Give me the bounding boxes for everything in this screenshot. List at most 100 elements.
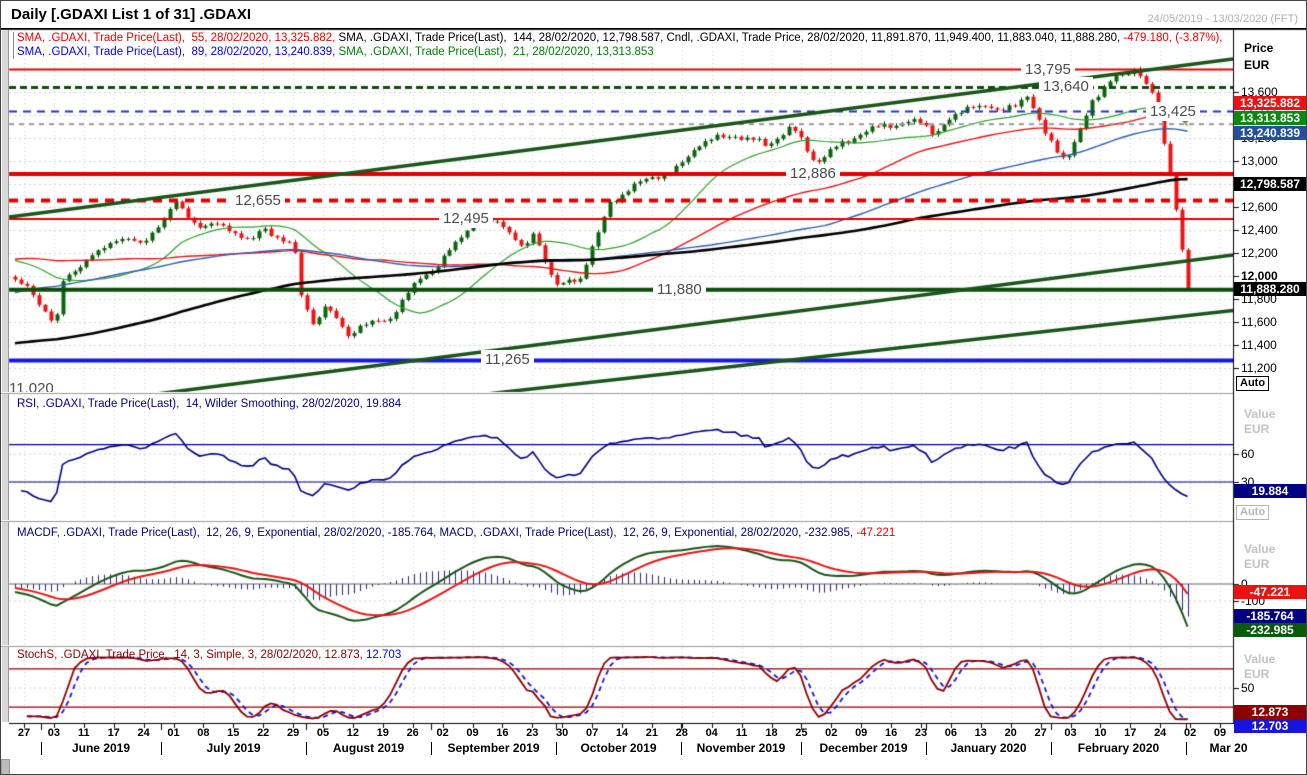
y-tick-price: 12,400: [1241, 222, 1278, 237]
x-day-label: 11: [77, 727, 90, 739]
x-day-label: 02: [825, 727, 838, 739]
macd-legend[interactable]: MACDF, .GDAXI, Trade Price(Last), 12, 26…: [17, 527, 895, 540]
x-day-label: 03: [1064, 727, 1077, 739]
annotation-label-11020: 11,020: [9, 380, 59, 392]
badge-rsi-value: 19.884: [1234, 484, 1306, 499]
price-legend-row1[interactable]: SMA, .GDAXI, Trade Price(Last), 55, 28/0…: [17, 32, 1223, 45]
rsi-legend[interactable]: RSI, .GDAXI, Trade Price(Last), 14, Wild…: [17, 398, 401, 411]
x-day-label: 06: [944, 727, 958, 739]
badge-macd: -232.985: [1234, 622, 1306, 637]
annotation-label-13640: 13,640: [1039, 77, 1093, 97]
x-day-label: 02: [436, 727, 449, 739]
x-day-label: 28: [675, 727, 688, 739]
auto-scale-button-rsi[interactable]: Auto: [1236, 505, 1270, 520]
panel-handle-price[interactable]: [2, 30, 9, 392]
scrollbar-corner[interactable]: [1, 759, 10, 774]
x-day-label: 17: [1124, 727, 1137, 739]
x-day-label: 07: [585, 727, 599, 739]
legend-segment: RSI, .GDAXI, Trade Price(Last), 14, Wild…: [17, 398, 402, 410]
x-day-label: 10: [1094, 727, 1107, 739]
month-separator: [161, 742, 162, 755]
x-month-label: February 2020: [1077, 741, 1160, 755]
annotation-label-11265: 11,265: [481, 350, 534, 370]
panel-handle-stoch[interactable]: [2, 647, 9, 722]
x-day-label: 19: [376, 727, 389, 739]
legend-segment: SMA, .GDAXI, Trade Price(Last), 21, 28/0…: [335, 46, 654, 58]
annotation-label-11880: 11,880: [653, 279, 706, 299]
stoch-axis-title: Value: [1244, 652, 1276, 666]
x-day-label: 16: [496, 727, 509, 739]
x-day-label: 03: [47, 727, 61, 739]
x-month-label: December 2019: [819, 741, 908, 755]
legend-segment: 12.703: [362, 649, 402, 661]
auto-scale-button-price[interactable]: Auto: [1236, 376, 1270, 391]
legend-segment: MACDF, .GDAXI, Trade Price(Last), 12, 26…: [17, 527, 854, 539]
x-day-label: 29: [286, 727, 300, 739]
panel-handle-macd[interactable]: [2, 522, 9, 645]
rsi-axis-currency: EUR: [1244, 422, 1270, 436]
month-separator: [681, 742, 682, 755]
annotation-label-12886: 12,886: [786, 164, 840, 184]
stoch-axis-currency: EUR: [1244, 667, 1270, 681]
x-day-label: 09: [466, 727, 479, 739]
y-tick-rsi: 60: [1241, 447, 1255, 461]
x-month-label: July 2019: [206, 741, 261, 755]
legend-segment: -479.180, (-3.87%),: [1120, 32, 1223, 44]
y-tick-price: 11,400: [1241, 337, 1277, 352]
x-month-label: September 2019: [447, 741, 540, 755]
badge-stoch-k: 12.873: [1234, 704, 1306, 719]
month-separator: [556, 742, 557, 755]
x-day-label: 09: [1213, 727, 1227, 739]
y-tick-price: 12,200: [1241, 245, 1278, 260]
x-month-label: November 2019: [696, 741, 786, 755]
month-separator: [306, 742, 307, 755]
x-day-label: 12: [346, 727, 360, 739]
x-day-label: 04: [705, 727, 718, 739]
y-tick-price: 13,000: [1241, 153, 1278, 168]
month-separator: [431, 742, 432, 755]
month-separator: [41, 742, 42, 755]
x-month-label: June 2019: [71, 741, 131, 755]
x-day-label: 24: [1154, 727, 1167, 739]
price-axis-title: Price: [1244, 41, 1274, 55]
badge-last-price: 11,888.280: [1234, 281, 1306, 296]
x-day-label: 20: [1004, 727, 1017, 739]
month-separator: [1186, 742, 1187, 755]
x-day-label: 08: [197, 727, 210, 739]
x-day-label: 22: [257, 727, 270, 739]
badge-stoch-d: 12.703: [1234, 718, 1306, 733]
x-day-label: 05: [316, 727, 330, 739]
x-day-label: 15: [227, 727, 240, 739]
x-day-label: 11: [735, 727, 748, 739]
x-day-label: 09: [855, 727, 868, 739]
panel-handle-rsi[interactable]: [2, 394, 9, 520]
x-day-label: 14: [615, 727, 629, 739]
x-day-label: 30: [556, 727, 569, 739]
badge-macd-hist: -47.221: [1234, 585, 1306, 600]
x-day-label: 17: [107, 727, 120, 739]
annotation-label-13425: 13,425: [1146, 101, 1200, 121]
stoch-legend[interactable]: StochS, .GDAXI, Trade Price, 14, 3, Simp…: [17, 649, 401, 662]
price-axis-currency: EUR: [1244, 58, 1270, 72]
price-legend-row2[interactable]: SMA, .GDAXI, Trade Price(Last), 89, 28/0…: [17, 46, 654, 59]
legend-border: [13, 32, 14, 59]
y-tick-price: 11,600: [1241, 314, 1277, 329]
x-day-label: 27: [17, 727, 31, 739]
y-tick-stoch: 50: [1241, 681, 1255, 695]
x-day-label: 13: [974, 727, 987, 739]
x-day-label: 16: [884, 727, 898, 739]
month-separator: [1051, 742, 1052, 755]
annotation-label-12655: 12,655: [231, 190, 285, 210]
badge-sma-21: 13,313.853: [1234, 111, 1306, 126]
legend-segment: SMA, .GDAXI, Trade Price(Last), 55, 28/0…: [17, 32, 336, 44]
month-separator: [926, 742, 927, 755]
annotation-label-12495: 12,495: [439, 209, 493, 228]
x-day-label: 24: [137, 727, 150, 739]
x-month-label: August 2019: [332, 741, 405, 755]
y-tick-price: 11,200: [1241, 360, 1277, 375]
badge-sma-144: 12,798.587: [1234, 177, 1306, 192]
x-day-label: 26: [406, 727, 419, 739]
x-day-label: 21: [645, 727, 659, 739]
x-day-label: 27: [1034, 727, 1047, 739]
title-divider: [1, 28, 1306, 29]
